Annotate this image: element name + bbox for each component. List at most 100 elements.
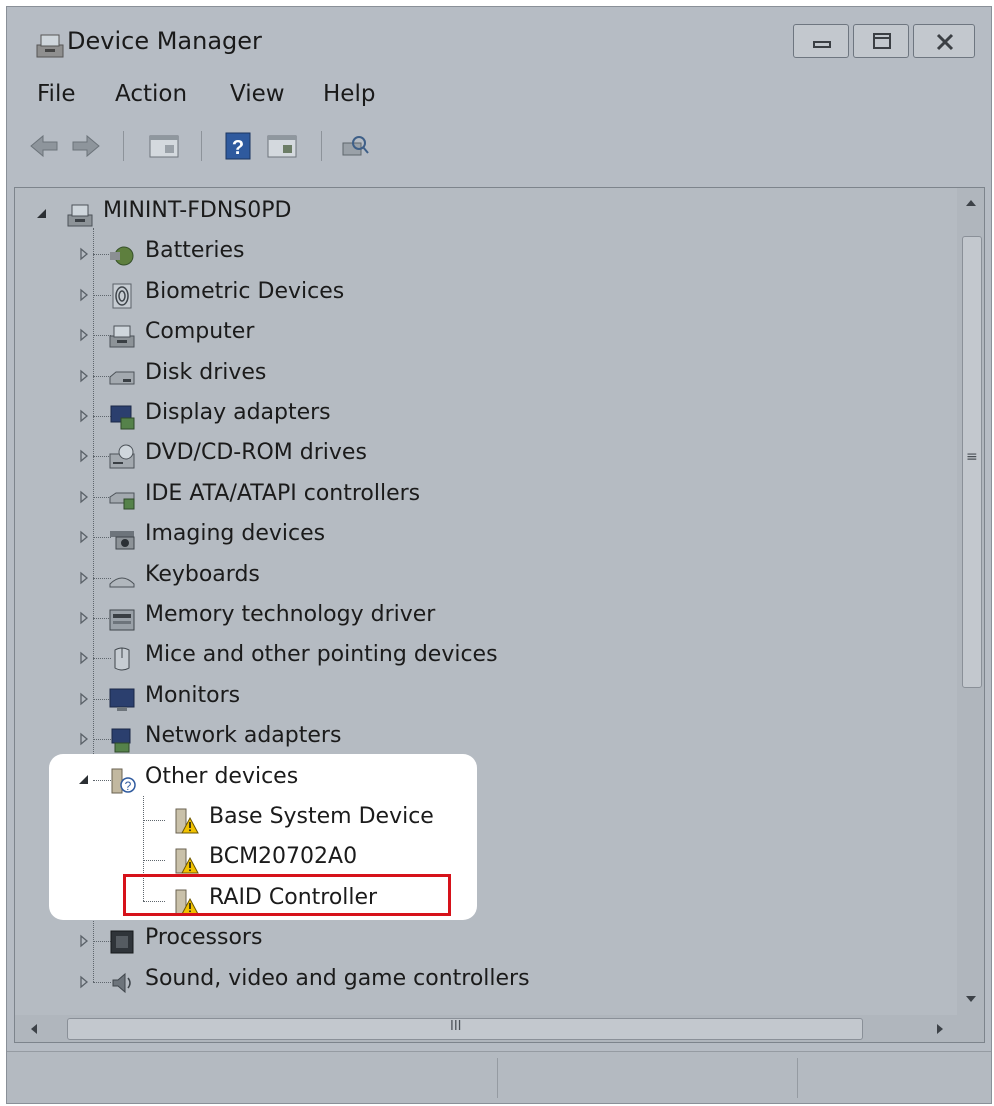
expand-arrow-icon[interactable]: [77, 571, 91, 585]
expand-arrow-icon[interactable]: [77, 490, 91, 504]
expand-arrow-icon[interactable]: [77, 530, 91, 544]
toolbar-separator: [123, 131, 124, 161]
warning-device-icon: [175, 808, 199, 834]
camera-icon: [110, 531, 135, 550]
dvd-drive-icon: [109, 444, 135, 469]
category-batteries[interactable]: Batteries: [15, 234, 935, 274]
device-label: Disk drives: [145, 359, 267, 385]
device-label: Batteries: [145, 238, 245, 264]
category-disk-drives[interactable]: Disk drives: [15, 356, 935, 396]
scan-hardware-icon[interactable]: [337, 131, 371, 161]
category-dvd-cd-rom-drives[interactable]: DVD/CD-ROM drives: [15, 436, 935, 476]
back-arrow-icon[interactable]: [27, 131, 61, 161]
device-label: Monitors: [145, 682, 241, 708]
device-label: Other devices: [145, 763, 299, 789]
help-icon[interactable]: ?: [221, 131, 255, 161]
expand-arrow-icon[interactable]: [77, 692, 91, 706]
vertical-scrollbar[interactable]: ≡: [957, 188, 984, 1016]
ide-controller-icon: [109, 492, 135, 510]
expand-arrow-icon[interactable]: [77, 651, 91, 665]
unknown-device-icon: ?: [111, 768, 136, 794]
expand-arrow-icon[interactable]: [77, 732, 91, 746]
category-biometric-devices[interactable]: Biometric Devices: [15, 275, 935, 315]
device-label: Sound, video and game controllers: [145, 965, 530, 991]
scroll-up-icon[interactable]: [965, 198, 977, 208]
category-ide-ata-atapi-controllers[interactable]: IDE ATA/ATAPI controllers: [15, 477, 935, 517]
device-label: Display adapters: [145, 400, 331, 425]
menu-bar: File Action View Help: [7, 77, 991, 117]
toolbar-separator: [201, 131, 202, 161]
status-cell: [497, 1058, 797, 1098]
battery-icon: [110, 246, 134, 266]
menu-file[interactable]: File: [37, 81, 76, 107]
device-label: Base System Device: [209, 804, 434, 829]
processor-icon: [110, 930, 134, 954]
close-button[interactable]: [913, 24, 975, 58]
category-monitors[interactable]: Monitors: [15, 679, 935, 719]
expand-arrow-icon[interactable]: [77, 449, 91, 463]
expand-arrow-icon[interactable]: [77, 975, 91, 989]
device-label: Processors: [145, 925, 263, 951]
scroll-grip: III: [450, 1019, 462, 1034]
scroll-right-icon[interactable]: [935, 1023, 945, 1035]
expand-arrow-icon[interactable]: [77, 328, 91, 342]
horizontal-scrollbar[interactable]: III: [14, 1015, 985, 1043]
expand-arrow-icon[interactable]: [77, 288, 91, 302]
category-network-adapters[interactable]: Network adapters: [15, 719, 935, 759]
scroll-down-icon[interactable]: [965, 994, 977, 1004]
memory-icon: [109, 609, 135, 631]
category-memory-technology-driver[interactable]: Memory technology driver: [15, 598, 935, 638]
device-label: Computer: [145, 319, 255, 345]
expand-arrow-icon[interactable]: [77, 611, 91, 625]
device-label: BCM20702A0: [209, 844, 358, 870]
category-other-devices[interactable]: ? Other devices: [15, 760, 935, 800]
menu-view[interactable]: View: [230, 81, 285, 107]
horizontal-scroll-thumb[interactable]: III: [67, 1018, 863, 1040]
maximize-icon: [873, 33, 891, 49]
device-manager-window: Device Manager File Action View Help ? M…: [6, 6, 992, 1104]
mouse-icon: [114, 647, 130, 671]
svg-text:?: ?: [125, 779, 132, 793]
category-processors[interactable]: Processors: [15, 921, 935, 961]
update-driver-icon[interactable]: [265, 131, 299, 161]
menu-help[interactable]: Help: [323, 81, 375, 107]
device-label: Mice and other pointing devices: [145, 642, 498, 668]
device-label: Memory technology driver: [145, 602, 436, 627]
menu-action[interactable]: Action: [115, 81, 187, 107]
expand-arrow-icon[interactable]: [77, 934, 91, 948]
device-label: Imaging devices: [145, 521, 326, 547]
category-mice-and-other-pointing-devices[interactable]: Mice and other pointing devices: [15, 638, 935, 678]
display-adapter-icon: [110, 405, 135, 430]
category-display-adapters[interactable]: Display adapters: [15, 396, 935, 436]
forward-arrow-icon[interactable]: [69, 131, 103, 161]
window-title: Device Manager: [67, 27, 262, 55]
computer-icon: [109, 325, 135, 348]
close-icon: [936, 33, 954, 51]
device-base-system-device[interactable]: Base System Device: [15, 800, 935, 840]
category-imaging-devices[interactable]: Imaging devices: [15, 517, 935, 557]
svg-text:?: ?: [232, 137, 244, 159]
fingerprint-icon: [112, 283, 132, 309]
category-sound-video-and-game-controllers[interactable]: Sound, video and game controllers: [15, 962, 935, 1002]
tree-root[interactable]: MININT-FDNS0PD: [15, 194, 935, 234]
properties-icon[interactable]: [147, 131, 181, 161]
toolbar-separator: [321, 131, 322, 161]
expand-arrow-icon[interactable]: [77, 247, 91, 261]
device-manager-icon: [36, 34, 64, 58]
disk-drive-icon: [109, 371, 135, 385]
device-label: MININT-FDNS0PD: [103, 198, 292, 223]
maximize-button[interactable]: [853, 24, 909, 58]
expand-arrow-icon[interactable]: [77, 409, 91, 423]
collapse-arrow-icon[interactable]: [77, 773, 91, 787]
device-label: Network adapters: [145, 723, 342, 749]
device-label: DVD/CD-ROM drives: [145, 440, 367, 466]
minimize-button[interactable]: [793, 24, 849, 58]
expand-arrow-icon[interactable]: [77, 369, 91, 383]
category-computer[interactable]: Computer: [15, 315, 935, 355]
vertical-scroll-thumb[interactable]: ≡: [962, 236, 982, 688]
collapse-arrow-icon[interactable]: [35, 207, 49, 221]
category-keyboards[interactable]: Keyboards: [15, 558, 935, 598]
toolbar: ?: [7, 119, 991, 169]
scroll-left-icon[interactable]: [29, 1023, 39, 1035]
scroll-grip: ≡: [966, 449, 978, 465]
